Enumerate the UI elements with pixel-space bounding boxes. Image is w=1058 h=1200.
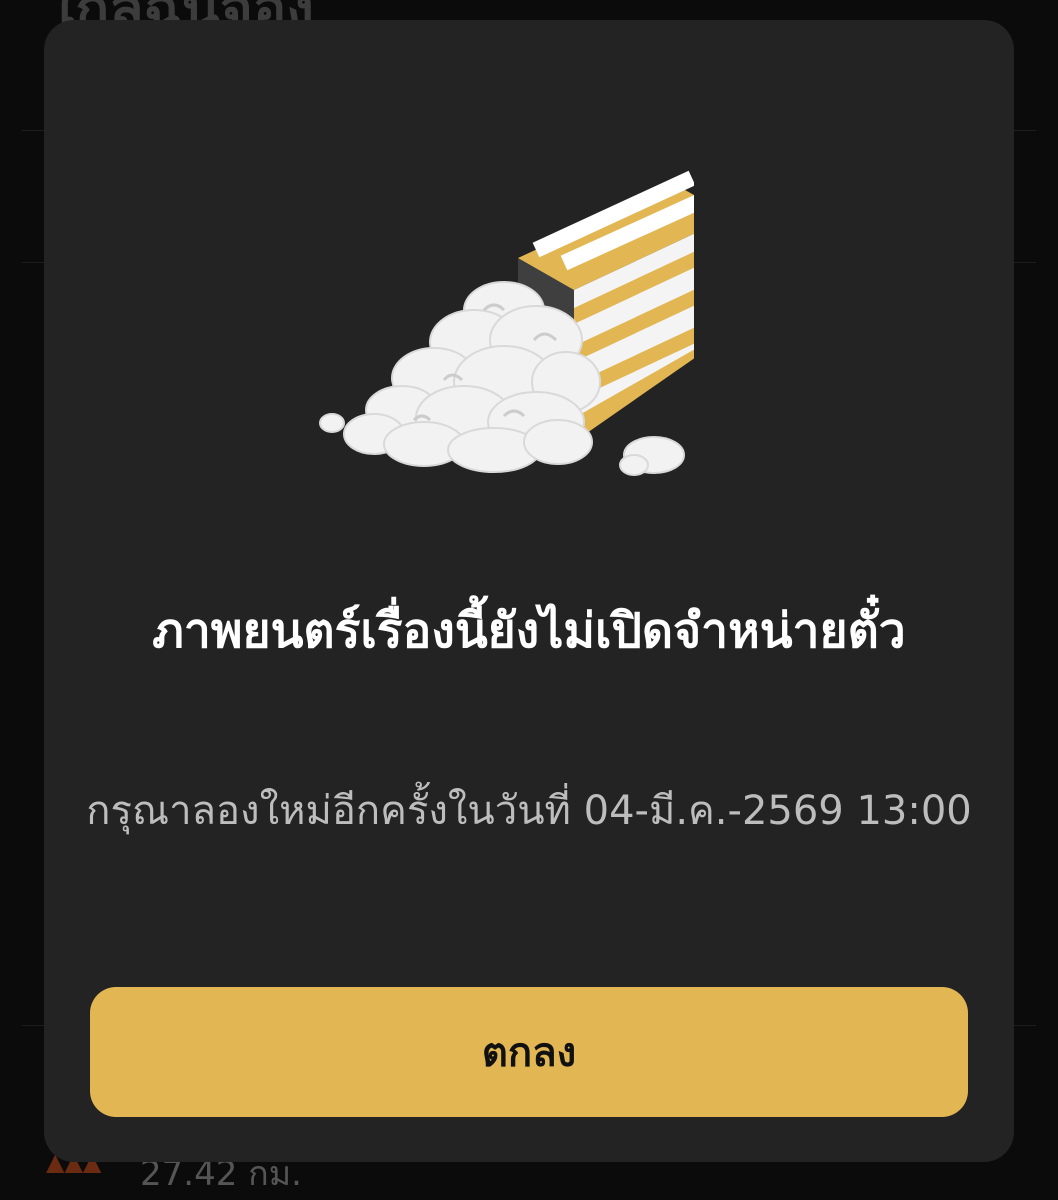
ok-button[interactable]: ตกลง (90, 987, 968, 1117)
dialog-message: กรุณาลองใหม่อีกครั้งในวันที่ 04-มี.ค.-25… (86, 788, 972, 834)
popcorn-box-spilled-icon (319, 170, 694, 476)
not-on-sale-dialog: ภาพยนตร์เรื่องนี้ยังไม่เปิดจำหน่ายตั๋ว ก… (44, 20, 1014, 1162)
dialog-title: ภาพยนตร์เรื่องนี้ยังไม่เปิดจำหน่ายตั๋ว (152, 603, 906, 659)
